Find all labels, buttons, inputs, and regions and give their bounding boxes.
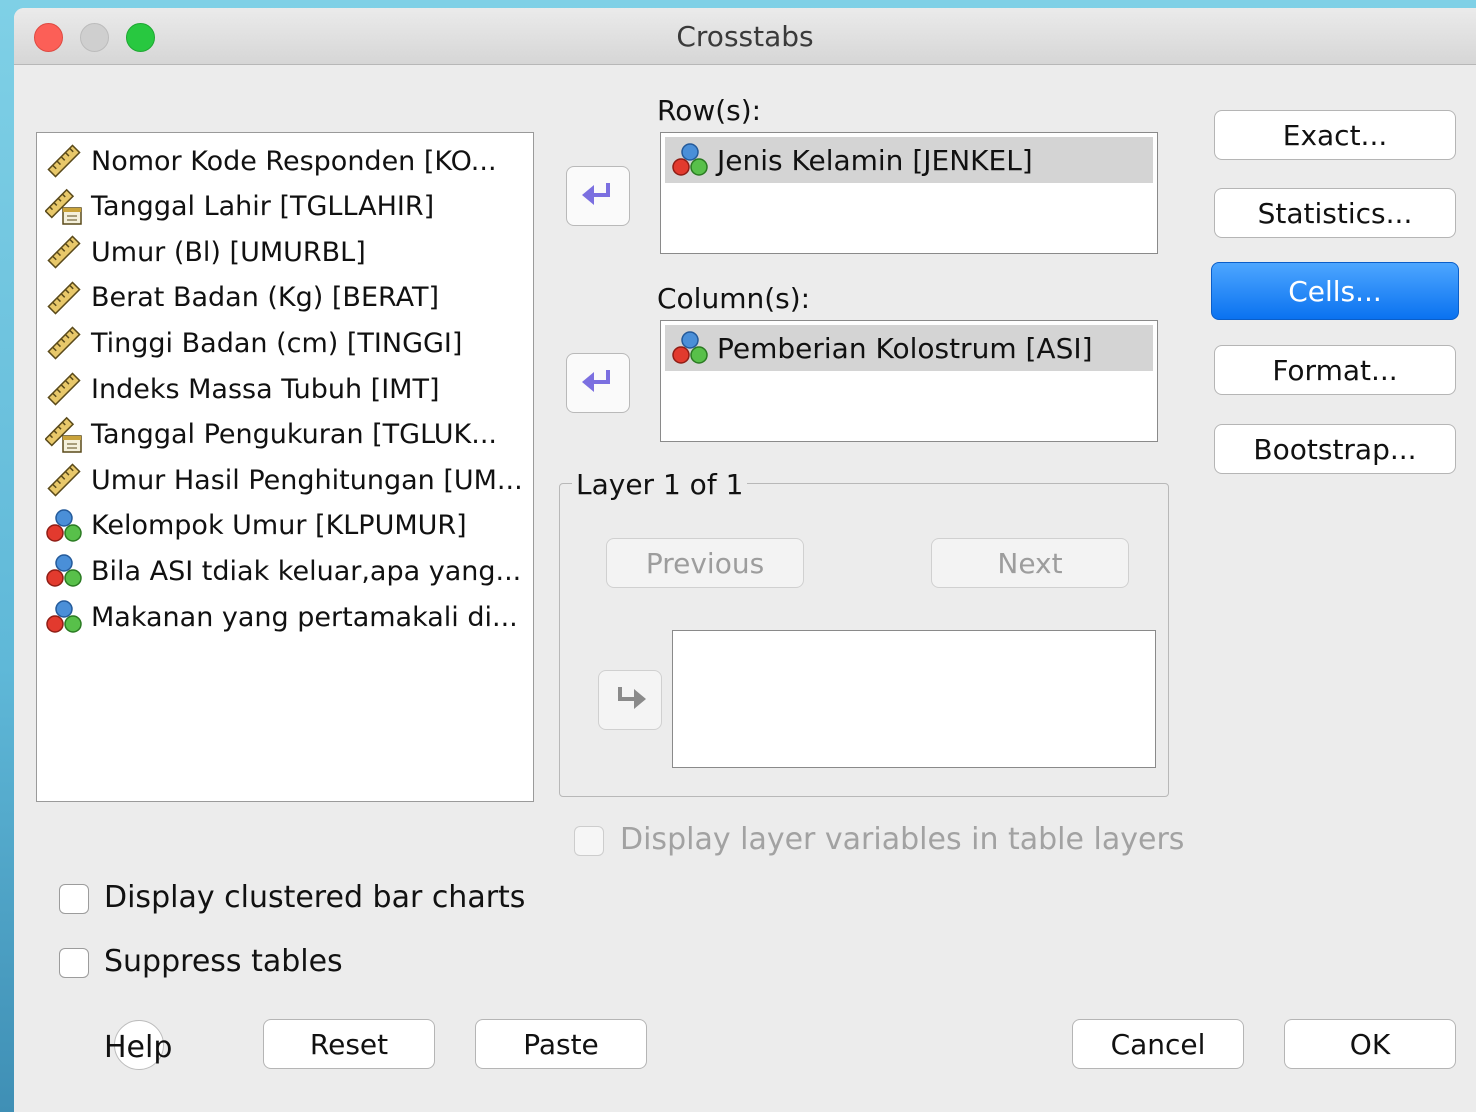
variable-item[interactable]: Makanan yang pertamakali di... xyxy=(45,597,518,637)
rows-box[interactable]: Jenis Kelamin [JENKEL] xyxy=(660,132,1158,254)
crosstabs-dialog: Crosstabs Nomor Kode Responden [KO... Tan… xyxy=(14,8,1476,1112)
layer-box[interactable] xyxy=(672,630,1156,768)
cancel-button[interactable]: Cancel xyxy=(1072,1019,1244,1069)
move-to-layer-button[interactable] xyxy=(598,670,662,730)
suppress-tables-label: Suppress tables xyxy=(104,944,343,979)
display-layer-variables-label: Display layer variables in table layers xyxy=(620,822,1185,857)
date-ruler-icon xyxy=(45,188,83,226)
rows-label: Row(s): xyxy=(657,94,762,127)
variable-item[interactable]: Umur (Bl) [UMURBL] xyxy=(45,232,366,272)
move-to-rows-button[interactable] xyxy=(566,166,630,226)
nominal-balls-icon xyxy=(45,507,83,545)
move-to-columns-button[interactable] xyxy=(566,353,630,413)
variable-label: Nomor Kode Responden [KO... xyxy=(91,145,497,177)
columns-box[interactable]: Pemberian Kolostrum [ASI] xyxy=(660,320,1158,442)
variable-label: Tanggal Lahir [TGLLAHIR] xyxy=(91,191,435,223)
date-ruler-icon xyxy=(45,416,83,454)
exact-button[interactable]: Exact... xyxy=(1214,110,1456,160)
display-layer-variables-checkbox[interactable] xyxy=(574,826,604,856)
nominal-balls-icon xyxy=(45,552,83,590)
variable-item[interactable]: Nomor Kode Responden [KO... xyxy=(45,141,497,181)
ruler-scale-icon xyxy=(45,370,83,408)
nominal-balls-icon xyxy=(671,329,709,367)
variable-item[interactable]: Tanggal Lahir [TGLLAHIR] xyxy=(45,187,434,227)
variable-label: Makanan yang pertamakali di... xyxy=(91,601,518,633)
clustered-bar-charts-label: Display clustered bar charts xyxy=(104,880,526,915)
variable-item[interactable]: Indeks Massa Tubuh [IMT] xyxy=(45,369,439,409)
variable-label: Umur Hasil Penghitungan [UM... xyxy=(91,464,523,496)
variable-item[interactable]: Kelompok Umur [KLPUMUR] xyxy=(45,506,467,546)
statistics-button[interactable]: Statistics... xyxy=(1214,188,1456,238)
columns-selected-label: Pemberian Kolostrum [ASI] xyxy=(717,331,1093,365)
variable-label: Tanggal Pengukuran [TGLUK... xyxy=(91,419,498,451)
variable-item[interactable]: Tanggal Pengukuran [TGLUK... xyxy=(45,415,497,455)
variable-item[interactable]: Bila ASI tdiak keluar,apa yang... xyxy=(45,551,521,591)
variable-label: Bila ASI tdiak keluar,apa yang... xyxy=(91,555,522,587)
arrow-right-icon xyxy=(618,687,646,709)
bootstrap-button[interactable]: Bootstrap... xyxy=(1214,424,1456,474)
variable-item[interactable]: Tinggi Badan (cm) [TINGGI] xyxy=(45,323,462,363)
variable-label: Berat Badan (Kg) [BERAT] xyxy=(91,282,440,314)
nominal-balls-icon xyxy=(45,598,83,636)
ruler-scale-icon xyxy=(45,279,83,317)
cells-button[interactable]: Cells... xyxy=(1211,262,1459,320)
ruler-scale-icon xyxy=(45,461,83,499)
rows-selected-label: Jenis Kelamin [JENKEL] xyxy=(717,143,1033,177)
layer-legend: Layer 1 of 1 xyxy=(572,468,748,501)
suppress-tables-checkbox[interactable] xyxy=(59,948,89,978)
rows-selected-item[interactable]: Jenis Kelamin [JENKEL] xyxy=(665,137,1153,183)
ruler-scale-icon xyxy=(45,233,83,271)
arrow-left-icon xyxy=(582,183,610,205)
clustered-bar-charts-checkbox[interactable] xyxy=(59,884,89,914)
nominal-balls-icon xyxy=(671,141,709,179)
variable-item[interactable]: Berat Badan (Kg) [BERAT] xyxy=(45,278,439,318)
ruler-scale-icon xyxy=(45,324,83,362)
variable-item[interactable]: Umur Hasil Penghitungan [UM... xyxy=(45,460,523,500)
previous-layer-button[interactable]: Previous xyxy=(606,538,804,588)
ok-button[interactable]: OK xyxy=(1284,1019,1456,1069)
help-label: Help xyxy=(104,1030,173,1065)
reset-button[interactable]: Reset xyxy=(263,1019,435,1069)
next-layer-button[interactable]: Next xyxy=(931,538,1129,588)
variable-label: Kelompok Umur [KLPUMUR] xyxy=(91,510,467,542)
variable-label: Indeks Massa Tubuh [IMT] xyxy=(91,373,440,405)
title-bar: Crosstabs xyxy=(14,8,1476,65)
variable-label: Umur (Bl) [UMURBL] xyxy=(91,236,366,268)
columns-label: Column(s): xyxy=(657,282,811,315)
format-button[interactable]: Format... xyxy=(1214,345,1456,395)
variable-list[interactable]: Nomor Kode Responden [KO... Tanggal Lahir… xyxy=(36,132,534,802)
variable-label: Tinggi Badan (cm) [TINGGI] xyxy=(91,327,463,359)
columns-selected-item[interactable]: Pemberian Kolostrum [ASI] xyxy=(665,325,1153,371)
arrow-left-icon xyxy=(582,370,610,392)
paste-button[interactable]: Paste xyxy=(475,1019,647,1069)
window-title: Crosstabs xyxy=(676,20,814,53)
ruler-scale-icon xyxy=(45,142,83,180)
